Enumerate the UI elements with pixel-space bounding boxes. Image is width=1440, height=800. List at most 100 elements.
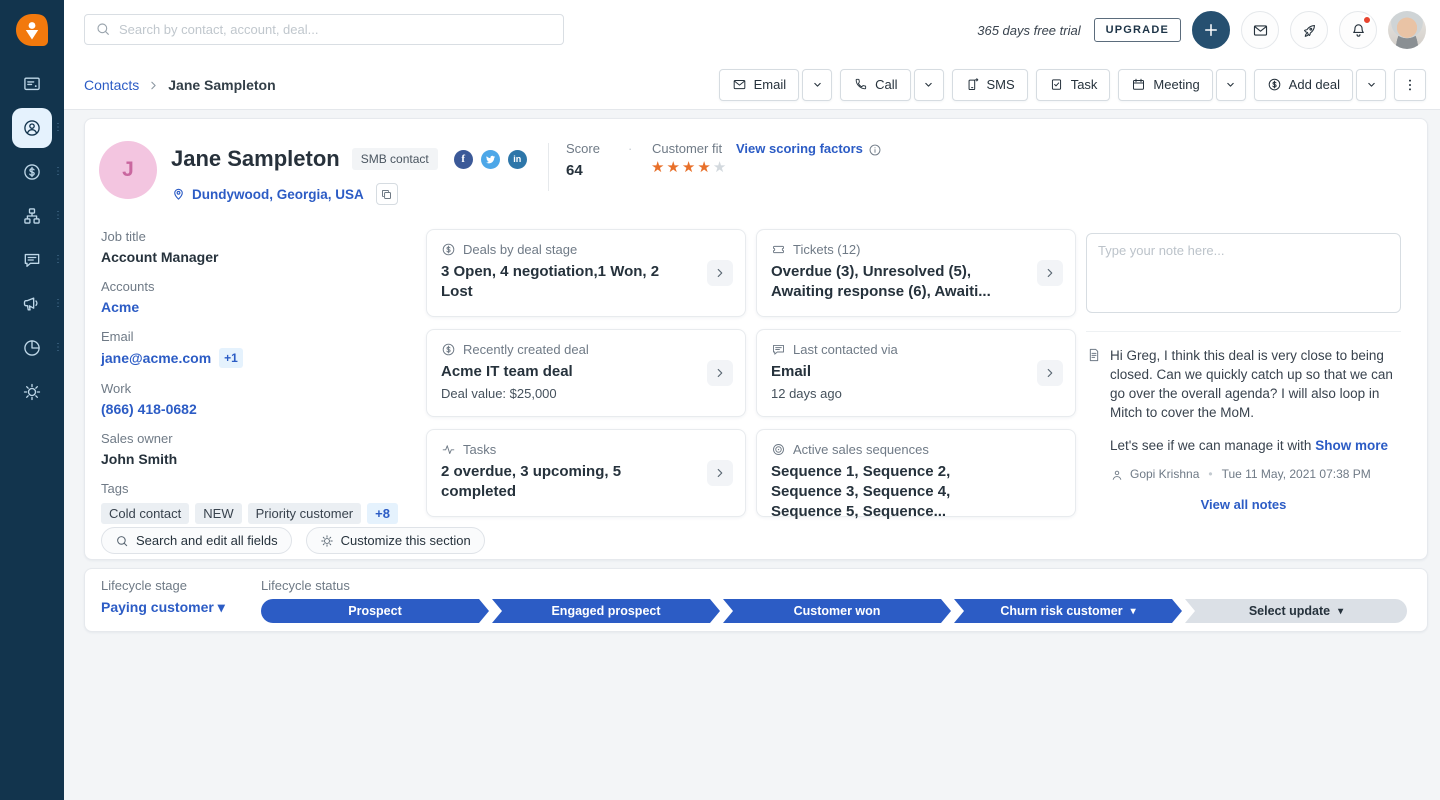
nav-campaigns-icon — [22, 294, 42, 314]
card-tickets-12[interactable]: Tickets (12)Overdue (3), Unresolved (5),… — [756, 229, 1076, 317]
note-input[interactable] — [1086, 233, 1401, 313]
rocket-icon — [1301, 22, 1318, 39]
nav-analytics[interactable]: ⋮ — [12, 328, 52, 368]
drag-dots-icon[interactable]: ⋮ — [53, 123, 63, 133]
lifecycle-select-update[interactable]: Select update▾ — [1185, 599, 1407, 623]
lifecycle-stage-churn-risk-customer[interactable]: Churn risk customer▾ — [954, 599, 1182, 623]
card-expand-button[interactable] — [707, 360, 733, 386]
card-expand-button[interactable] — [1037, 360, 1063, 386]
tag-chip[interactable]: Priority customer — [248, 503, 362, 524]
meeting-dropdown-button[interactable] — [1216, 69, 1246, 101]
notifications-button[interactable] — [1339, 11, 1377, 49]
quick-add-button[interactable] — [1192, 11, 1230, 49]
nav-accounts[interactable]: ⋮ — [12, 196, 52, 236]
tag-chip[interactable]: NEW — [195, 503, 241, 524]
lifecycle-status-track: ProspectEngaged prospectCustomer wonChur… — [261, 599, 1407, 623]
card-title: Deals by deal stage — [463, 242, 577, 257]
view-all-notes-link[interactable]: View all notes — [1086, 497, 1401, 512]
score-label: Score — [566, 141, 600, 156]
contact-avatar: J — [99, 141, 157, 199]
facebook-icon[interactable]: f — [454, 150, 473, 169]
field-value[interactable]: jane@acme.com+1 — [101, 348, 411, 368]
add-deal-button[interactable]: Add deal — [1254, 69, 1353, 101]
caret-down-icon: ▾ — [218, 599, 225, 615]
mobile-icon — [965, 77, 980, 92]
drag-dots-icon[interactable]: ⋮ — [53, 255, 63, 265]
card-deals-by-deal-stage[interactable]: Deals by deal stage 3 Open, 4 negotiation… — [426, 229, 746, 317]
breadcrumb-bar: Contacts Jane Sampleton EmailCallSMSTask… — [64, 60, 1440, 110]
sms-button[interactable]: SMS — [952, 69, 1028, 101]
drag-dots-icon[interactable]: ⋮ — [53, 343, 63, 353]
field-tags: TagsCold contactNEWPriority customer+8 — [101, 481, 411, 524]
card-primary-text: 3 Open, 4 negotiation,1 Won, 2 Lost — [441, 262, 679, 302]
linkedin-icon[interactable]: in — [508, 150, 527, 169]
search-edit-fields-button[interactable]: Search and edit all fields — [101, 527, 292, 554]
card-primary-text: 2 overdue, 3 upcoming, 5 completed — [441, 462, 679, 502]
card-recently-created-deal[interactable]: Recently created dealAcme IT team dealDe… — [426, 329, 746, 417]
card-tasks[interactable]: Tasks2 overdue, 3 upcoming, 5 completed — [426, 429, 746, 517]
chevron-right-icon — [1043, 266, 1057, 280]
search-input[interactable] — [119, 22, 553, 37]
email-dropdown-button[interactable] — [802, 69, 832, 101]
nav-contacts[interactable]: ⋮ — [12, 108, 52, 148]
field-value[interactable]: (866) 418-0682 — [101, 400, 411, 418]
lifecycle-stage-customer-won[interactable]: Customer won — [723, 599, 951, 623]
card-last-contacted-via[interactable]: Last contacted viaEmail12 days ago — [756, 329, 1076, 417]
nav-conversations[interactable]: ⋮ — [12, 240, 52, 280]
customer-fit-stars: ★★★★★ — [651, 158, 728, 176]
card-expand-button[interactable] — [1037, 260, 1063, 286]
customize-section-button[interactable]: Customize this section — [306, 527, 485, 554]
breadcrumb-contacts-link[interactable]: Contacts — [84, 77, 139, 93]
meeting-button[interactable]: Meeting — [1118, 69, 1212, 101]
call-button[interactable]: Call — [840, 69, 910, 101]
field-value[interactable]: Acme — [101, 298, 411, 316]
task-button[interactable]: Task — [1036, 69, 1111, 101]
tag-chip[interactable]: Cold contact — [101, 503, 189, 524]
view-scoring-factors-link[interactable]: View scoring factors — [736, 141, 882, 157]
email-button[interactable]: Email — [719, 69, 800, 101]
nav-settings[interactable] — [12, 372, 52, 412]
user-avatar[interactable] — [1388, 11, 1426, 49]
whats-new-button[interactable] — [1290, 11, 1328, 49]
copy-button[interactable] — [376, 183, 398, 205]
nav-dashboard-icon — [22, 74, 42, 94]
calendar-icon — [1131, 77, 1146, 92]
card-secondary-text: Deal value: $25,000 — [441, 384, 679, 404]
caret-down-icon: ▾ — [1338, 606, 1343, 617]
drag-dots-icon[interactable]: ⋮ — [53, 167, 63, 177]
card-expand-button[interactable] — [707, 460, 733, 486]
nav-accounts-icon — [22, 206, 42, 226]
freshworks-logo-icon[interactable] — [14, 12, 50, 48]
card-active-sales-sequences[interactable]: Active sales sequencesSequence 1, Sequen… — [756, 429, 1076, 517]
nav-dashboard[interactable] — [12, 64, 52, 104]
topbar-right: 365 days free trial UPGRADE — [977, 0, 1426, 60]
more-tags-chip[interactable]: +8 — [367, 503, 398, 524]
nav-deals[interactable]: ⋮ — [12, 152, 52, 192]
nav-campaigns[interactable]: ⋮ — [12, 284, 52, 324]
contact-location-link[interactable]: Dundywood, Georgia, USA — [192, 187, 364, 202]
field-label: Accounts — [101, 279, 411, 295]
global-search[interactable] — [84, 14, 564, 45]
more-actions-button[interactable] — [1394, 69, 1426, 101]
chevron-down-icon — [811, 78, 824, 91]
lifecycle-stage-prospect[interactable]: Prospect — [261, 599, 489, 623]
field-value: John Smith — [101, 450, 411, 468]
chevron-right-icon — [713, 466, 727, 480]
call-dropdown-button[interactable] — [914, 69, 944, 101]
drag-dots-icon[interactable]: ⋮ — [53, 299, 63, 309]
add-deal-dropdown-button[interactable] — [1356, 69, 1386, 101]
drag-dots-icon[interactable]: ⋮ — [53, 211, 63, 221]
notification-dot — [1362, 15, 1372, 25]
field-label: Sales owner — [101, 431, 411, 447]
upgrade-button[interactable]: UPGRADE — [1094, 18, 1181, 42]
field-label: Job title — [101, 229, 411, 245]
trial-text: 365 days free trial — [977, 23, 1080, 38]
email-inbox-button[interactable] — [1241, 11, 1279, 49]
card-expand-button[interactable] — [707, 260, 733, 286]
show-more-link[interactable]: Show more — [1315, 438, 1388, 453]
lifecycle-stage-dropdown[interactable]: Paying customer ▾ — [101, 599, 225, 616]
more-count-chip[interactable]: +1 — [219, 348, 243, 368]
action-label: SMS — [987, 77, 1015, 92]
twitter-icon[interactable] — [481, 150, 500, 169]
lifecycle-stage-engaged-prospect[interactable]: Engaged prospect — [492, 599, 720, 623]
